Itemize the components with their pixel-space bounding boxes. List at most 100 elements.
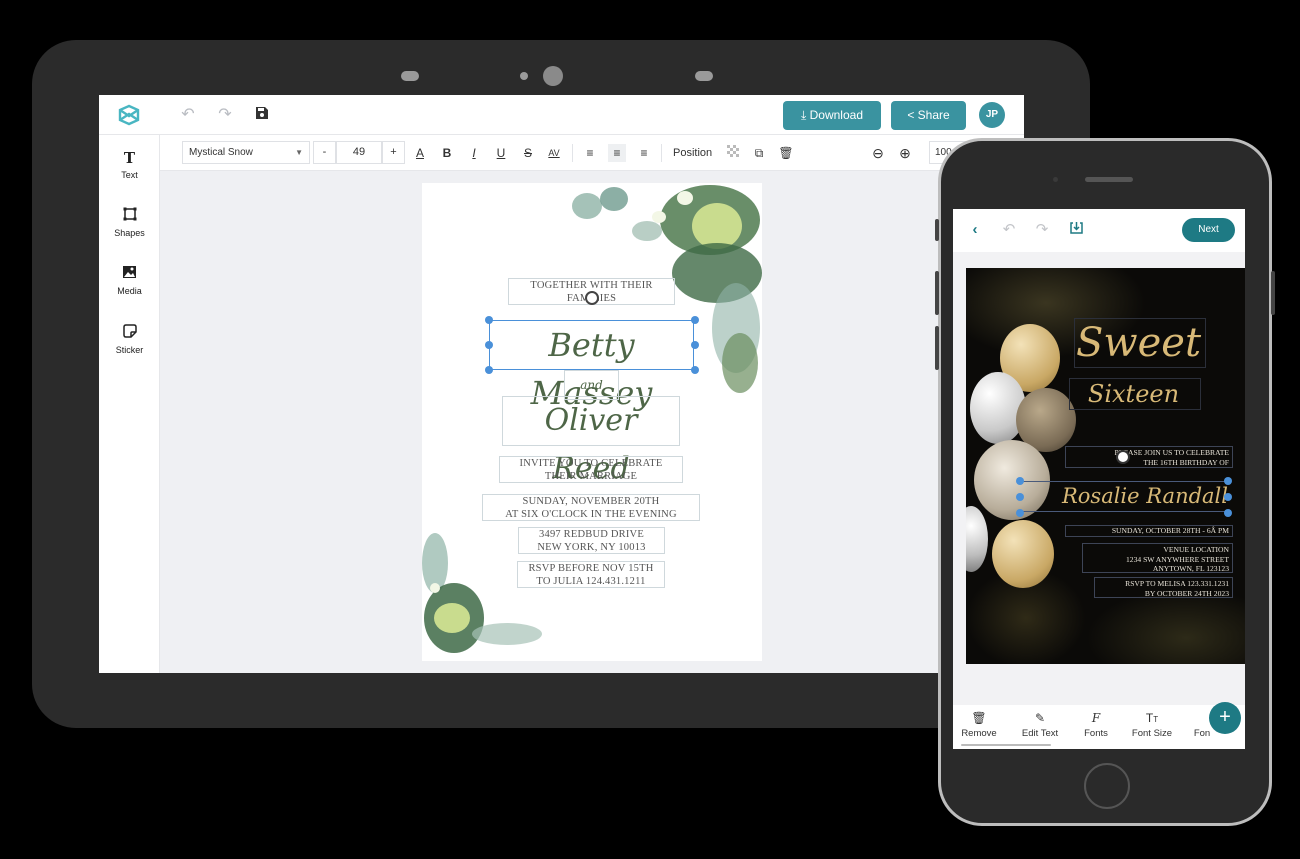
resize-handle[interactable] xyxy=(485,341,493,349)
font-size-input[interactable]: 49 xyxy=(336,141,382,164)
resize-handle[interactable] xyxy=(1016,509,1024,517)
text-box-sweet[interactable]: Sweet xyxy=(1074,318,1206,368)
download-box-icon[interactable] xyxy=(1067,221,1085,239)
mobile-topbar: ‹ ↶ ↷ Next xyxy=(953,209,1245,252)
letter-spacing-button[interactable]: AV xyxy=(545,144,563,162)
share-icon: < xyxy=(907,108,918,122)
resize-handle[interactable] xyxy=(691,341,699,349)
tablet-sensor-dot xyxy=(520,72,528,80)
text-box-rsvp[interactable]: RSVP BEFORE NOV 15TH TO JULIA 124.431.12… xyxy=(517,561,665,588)
edit-text-button[interactable]: ✎ Edit Text xyxy=(1017,711,1063,739)
trash-icon: 🗑︎ xyxy=(971,711,987,725)
align-center-button[interactable]: ≡ xyxy=(608,144,626,162)
resize-handle[interactable] xyxy=(485,316,493,324)
trash-icon[interactable]: 🗑︎ xyxy=(777,144,795,162)
resize-handle[interactable] xyxy=(1224,509,1232,517)
resize-handle[interactable] xyxy=(1016,493,1024,501)
app-logo-icon[interactable] xyxy=(117,103,141,127)
text-color-button[interactable]: A xyxy=(411,144,429,162)
text-box-address[interactable]: 3497 REDBUD DRIVE NEW YORK, NY 10013 xyxy=(518,527,665,554)
resize-handle[interactable] xyxy=(691,366,699,374)
toolbar-divider xyxy=(661,144,662,162)
text-box-date[interactable]: SUNDAY, OCTOBER 28TH - 6Â PM xyxy=(1065,525,1233,537)
chevron-down-icon: ▼ xyxy=(295,148,303,157)
align-right-button[interactable]: ≡ xyxy=(635,144,653,162)
font-icon: F xyxy=(1091,711,1101,725)
fonts-button[interactable]: F Fonts xyxy=(1079,711,1113,739)
phone-volume-down xyxy=(935,326,939,370)
resize-handle[interactable] xyxy=(691,316,699,324)
text-box-invite[interactable]: INVITE YOU TO CELEBRATE THEIR MARRIAGE xyxy=(499,456,683,483)
resize-handle[interactable] xyxy=(485,366,493,374)
duplicate-icon[interactable]: ⧉ xyxy=(750,144,768,162)
editor-app: ↶ ↷ ⤓ Download < Share JP T Text Shapes … xyxy=(99,95,1024,673)
sticker-icon xyxy=(99,324,160,342)
save-icon[interactable] xyxy=(253,106,271,124)
tablet-sensor-left xyxy=(401,71,419,81)
mobile-editor-app: ‹ ↶ ↷ Next Sweet Sixteen PLEASE JOIN US … xyxy=(953,209,1245,749)
font-family-select[interactable]: Mystical Snow ▼ xyxy=(182,141,310,164)
tool-sidebar: T Text Shapes Media Sticker xyxy=(99,135,160,673)
rotate-handle-icon[interactable] xyxy=(1116,450,1130,464)
strikethrough-button[interactable]: S xyxy=(519,144,537,162)
sidebar-item-shapes[interactable]: Shapes xyxy=(99,207,160,238)
remove-button[interactable]: 🗑︎ Remove xyxy=(959,711,999,739)
position-button[interactable]: Position xyxy=(673,144,712,162)
shapes-icon xyxy=(99,207,160,225)
text-box-date[interactable]: SUNDAY, NOVEMBER 20TH AT SIX O'CLOCK IN … xyxy=(482,494,700,521)
tablet-sensor-right xyxy=(695,71,713,81)
sidebar-item-sticker[interactable]: Sticker xyxy=(99,324,160,355)
formatting-toolbar: Mystical Snow ▼ - 49 + A B I U S AV ≡ ≡ … xyxy=(160,135,1024,171)
resize-handle[interactable] xyxy=(1224,493,1232,501)
user-avatar[interactable]: JP xyxy=(979,102,1005,128)
font-size-increase-button[interactable]: + xyxy=(382,141,405,164)
bold-button[interactable]: B xyxy=(438,144,456,162)
add-element-button[interactable]: + xyxy=(1209,702,1241,734)
media-icon xyxy=(99,265,160,283)
font-size-button[interactable]: TT Font Size xyxy=(1128,711,1176,739)
undo-icon[interactable]: ↶ xyxy=(179,106,197,124)
font-size-icon: TT xyxy=(1145,711,1159,725)
scroll-indicator[interactable] xyxy=(961,744,1051,746)
text-box-intro[interactable]: PLEASE JOIN US TO CELEBRATE THE 16TH BIR… xyxy=(1065,446,1233,468)
resize-handle[interactable] xyxy=(1224,477,1232,485)
invitation-page[interactable]: TOGETHER WITH THEIR FAMILIES Betty Masse… xyxy=(422,183,762,661)
zoom-in-icon[interactable]: ⊕ xyxy=(896,144,914,162)
share-button[interactable]: < Share xyxy=(891,101,966,130)
mobile-bottom-toolbar: 🗑︎ Remove ✎ Edit Text F Fonts TT Font Si… xyxy=(953,702,1245,749)
chevron-left-icon[interactable]: ‹ xyxy=(966,221,984,239)
next-button[interactable]: Next xyxy=(1182,218,1235,242)
sweet-sixteen-card[interactable]: Sweet Sixteen PLEASE JOIN US TO CELEBRAT… xyxy=(966,268,1245,664)
phone-device: ‹ ↶ ↷ Next Sweet Sixteen PLEASE JOIN US … xyxy=(935,138,1275,826)
text-box-rsvp[interactable]: RSVP TO MELISA 123.331.1231 BY OCTOBER 2… xyxy=(1094,577,1233,598)
zoom-out-icon[interactable]: ⊖ xyxy=(869,144,887,162)
text-box-sixteen[interactable]: Sixteen xyxy=(1069,378,1201,410)
phone-home-button xyxy=(1084,763,1130,809)
transparency-icon[interactable] xyxy=(724,144,742,162)
resize-handle[interactable] xyxy=(1016,477,1024,485)
phone-front-camera xyxy=(1053,177,1058,182)
download-button[interactable]: ⤓ Download xyxy=(783,101,881,130)
text-box-bride-name-selected[interactable]: Betty Massey xyxy=(489,320,694,412)
redo-icon[interactable]: ↷ xyxy=(216,106,234,124)
pencil-icon: ✎ xyxy=(1034,711,1046,725)
align-left-button[interactable]: ≡ xyxy=(581,144,599,162)
editor-topbar: ↶ ↷ ⤓ Download < Share JP xyxy=(99,95,1024,135)
text-box-name-selected[interactable]: Rosalie Randall xyxy=(1018,481,1230,512)
tablet-camera xyxy=(543,66,563,86)
marketing-stage: ↶ ↷ ⤓ Download < Share JP T Text Shapes … xyxy=(0,0,1300,859)
sidebar-item-media[interactable]: Media xyxy=(99,265,160,296)
phone-power-button xyxy=(1271,271,1275,315)
underline-button[interactable]: U xyxy=(492,144,510,162)
tablet-device: ↶ ↷ ⤓ Download < Share JP T Text Shapes … xyxy=(32,40,1090,728)
sidebar-item-text[interactable]: T Text xyxy=(99,149,160,180)
rotate-handle-icon[interactable] xyxy=(585,291,599,305)
redo-icon[interactable]: ↷ xyxy=(1033,221,1051,239)
download-icon: ⤓ xyxy=(800,108,810,122)
font-size-decrease-button[interactable]: - xyxy=(313,141,336,164)
text-box-groom-name[interactable]: Oliver Reed xyxy=(502,396,680,486)
phone-volume-up xyxy=(935,271,939,315)
italic-button[interactable]: I xyxy=(465,144,483,162)
undo-icon[interactable]: ↶ xyxy=(1000,221,1018,239)
text-box-venue[interactable]: VENUE LOCATION 1234 SW ANYWHERE STREET A… xyxy=(1082,543,1233,573)
